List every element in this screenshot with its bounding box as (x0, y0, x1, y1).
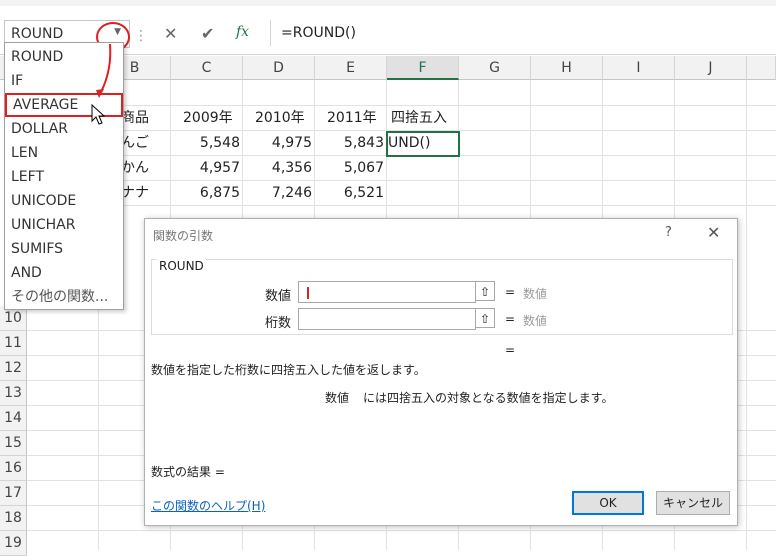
cell-f3[interactable]: 四捨五入 (391, 106, 447, 131)
insert-function-icon[interactable]: fx (236, 24, 249, 40)
arg1-label: 数値 (265, 289, 292, 304)
dropdown-item-unicode[interactable]: UNICODE (5, 189, 123, 213)
cell-d5[interactable]: 4,356 (243, 156, 315, 181)
column-header-f[interactable]: F (387, 56, 459, 80)
cell-c4[interactable]: 5,548 (171, 131, 243, 156)
column-header-j[interactable]: J (675, 56, 747, 80)
cell-c3[interactable]: 2009年 (183, 106, 233, 131)
cell-b6[interactable]: ナナ (121, 181, 149, 206)
row-header-13[interactable]: 13 (0, 381, 27, 406)
row-header-15[interactable]: 15 (0, 431, 27, 456)
cell-d3[interactable]: 2010年 (255, 106, 305, 131)
row-header-17[interactable]: 17 (0, 481, 27, 506)
formula-result-label: 数式の結果 = (151, 465, 225, 479)
dropdown-item-len[interactable]: LEN (5, 141, 123, 165)
cell-c6[interactable]: 6,875 (171, 181, 243, 206)
dropdown-item-round[interactable]: ROUND (5, 45, 123, 69)
cancel-icon[interactable]: ✕ (164, 24, 177, 43)
cell-b5[interactable]: かん (121, 156, 149, 181)
column-header-g[interactable]: G (459, 56, 531, 80)
cell-b3[interactable]: 商品 (121, 106, 149, 131)
mouse-cursor-icon (91, 104, 106, 125)
row-header-19[interactable]: 19 (0, 531, 27, 556)
row-header-12[interactable]: 12 (0, 356, 27, 381)
column-header-c[interactable]: C (171, 56, 243, 80)
collapse-dialog-icon[interactable]: ⇧ (475, 308, 495, 328)
name-box-value: ROUND (11, 26, 64, 42)
dropdown-item-sumifs[interactable]: SUMIFS (5, 237, 123, 261)
cell-c5[interactable]: 4,957 (171, 156, 243, 181)
function-name: ROUND (157, 259, 206, 273)
function-dropdown[interactable]: ROUND IF AVERAGE DOLLAR LEN LEFT UNICODE… (4, 42, 124, 310)
arg2-hint: 数値 (523, 314, 548, 328)
row-header-14[interactable]: 14 (0, 406, 27, 431)
row-header-11[interactable]: 11 (0, 331, 27, 356)
more-icon: ⋮ (134, 28, 148, 44)
cancel-button[interactable]: キャンセル (656, 491, 730, 515)
collapse-dialog-icon[interactable]: ⇧ (475, 281, 495, 301)
help-icon[interactable]: ? (665, 225, 672, 240)
column-header-i[interactable]: I (603, 56, 675, 80)
function-arguments-dialog: 関数の引数 ? ✕ ROUND 数値 ⇧ = 数値 桁数 ⇧ = 数値 = 数値… (144, 218, 738, 526)
arg1-equals: = (505, 285, 516, 299)
ok-button[interactable]: OK (572, 491, 644, 515)
dropdown-item-unichar[interactable]: UNICHAR (5, 213, 123, 237)
arg-desc-name: 数値 (325, 391, 350, 405)
text-caret (307, 287, 309, 299)
dropdown-item-if[interactable]: IF (5, 69, 123, 93)
formula-input[interactable]: =ROUND() (270, 20, 776, 46)
function-summary: 数値を指定した桁数に四捨五入した値を返します。 (151, 363, 426, 377)
help-link[interactable]: この関数のヘルプ(H) (151, 497, 265, 514)
cell-d4[interactable]: 4,975 (243, 131, 315, 156)
arg1-input[interactable] (298, 281, 476, 303)
column-header-d[interactable]: D (243, 56, 315, 80)
close-icon[interactable]: ✕ (707, 223, 720, 242)
active-cell-f4[interactable]: UND() (386, 131, 460, 157)
check-icon[interactable]: ✔ (201, 24, 214, 43)
arg2-equals: = (505, 312, 516, 326)
cell-e3[interactable]: 2011年 (327, 106, 377, 131)
arg-description: には四捨五入の対象となる数値を指定します。 (363, 391, 614, 405)
column-header-e[interactable]: E (315, 56, 387, 80)
dialog-title: 関数の引数 (153, 229, 214, 243)
dropdown-item-left[interactable]: LEFT (5, 165, 123, 189)
cell-d6[interactable]: 7,246 (243, 181, 315, 206)
cell-e6[interactable]: 6,521 (315, 181, 387, 206)
row-header-16[interactable]: 16 (0, 456, 27, 481)
dropdown-item-more-functions[interactable]: その他の関数... (5, 285, 123, 309)
dropdown-item-and[interactable]: AND (5, 261, 123, 285)
formula-text: =ROUND() (281, 25, 356, 41)
arg1-hint: 数値 (523, 287, 548, 301)
column-header-k[interactable] (747, 56, 776, 80)
cell-e5[interactable]: 5,067 (315, 156, 387, 181)
row-header-18[interactable]: 18 (0, 506, 27, 531)
arg2-input[interactable] (298, 308, 476, 330)
active-cell-text: UND() (388, 135, 431, 151)
arg2-label: 桁数 (265, 316, 292, 331)
cell-b4[interactable]: んご (121, 131, 149, 156)
cell-e4[interactable]: 5,843 (315, 131, 387, 156)
formula-result-equals: = (505, 343, 516, 357)
grid-line (27, 530, 776, 531)
column-header-h[interactable]: H (531, 56, 603, 80)
